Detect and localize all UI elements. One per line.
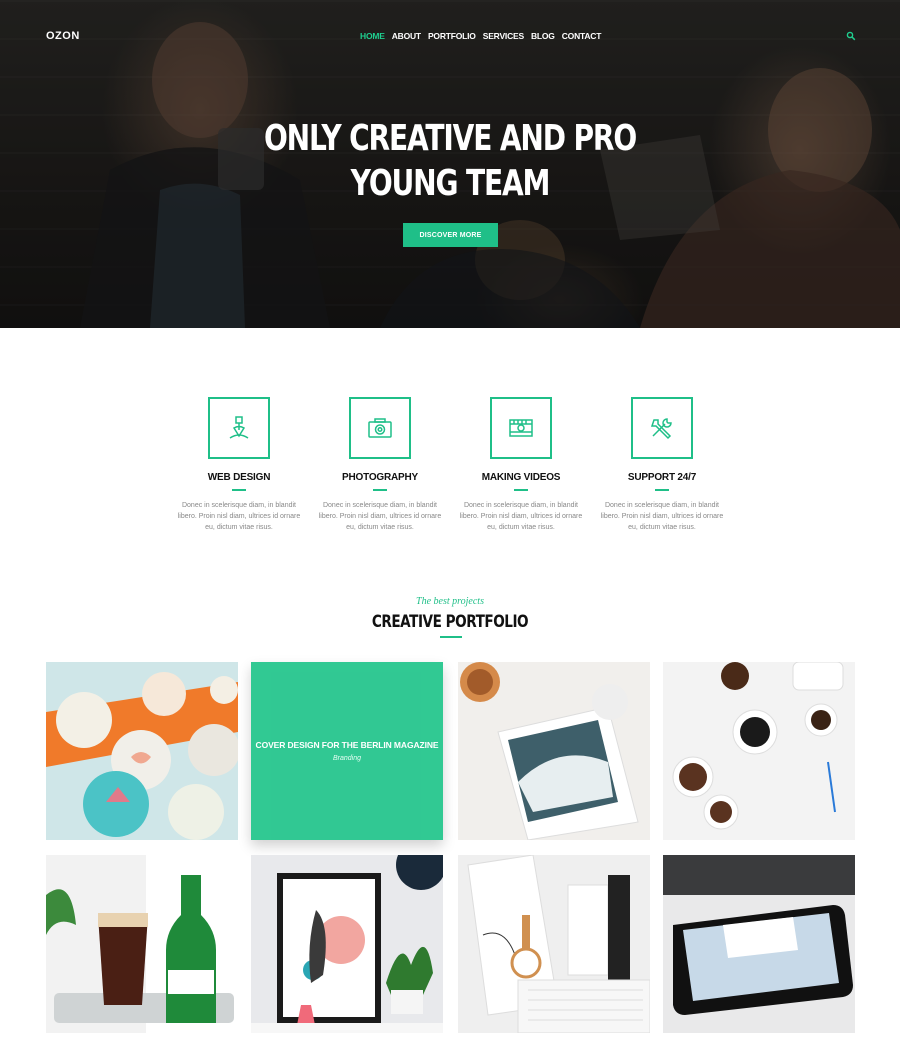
service-title: PHOTOGRAPHY [342, 472, 418, 483]
service-web-design: WEB DESIGN Donec in scelerisque diam, in… [174, 397, 304, 533]
service-description: Donec in scelerisque diam, in blandit li… [459, 502, 583, 531]
portfolio-kicker: The best projects [416, 596, 484, 607]
divider [440, 636, 462, 638]
service-title: MAKING VIDEOS [481, 472, 561, 483]
site-logo[interactable]: OZON [46, 30, 80, 42]
divider [514, 489, 528, 491]
portfolio-item-title[interactable]: COVER DESIGN FOR THE BERLIN MAGAZINE [256, 740, 439, 750]
nav-services[interactable]: SERVICES [483, 31, 524, 41]
nav-about[interactable]: ABOUT [392, 31, 421, 41]
nav-home[interactable]: HOME [360, 31, 385, 41]
portfolio-title: CREATIVE PORTFOLIO [371, 612, 529, 632]
divider [232, 489, 246, 491]
portfolio-item-category: Branding [332, 755, 362, 762]
nav-contact[interactable]: CONTACT [562, 31, 602, 41]
search-icon[interactable] [846, 31, 856, 41]
portfolio-item-coffee[interactable] [663, 662, 855, 840]
portfolio-item-poster[interactable] [251, 855, 443, 1033]
discover-more-button[interactable]: DISCOVER MORE [403, 223, 498, 247]
portfolio-item-berlin[interactable]: COVER DESIGN FOR THE BERLIN MAGAZINE Bra… [251, 662, 443, 840]
nav-portfolio[interactable]: PORTFOLIO [428, 31, 476, 41]
service-making-videos: MAKING VIDEOS Donec in scelerisque diam,… [456, 397, 586, 533]
pen-nib-icon [208, 397, 270, 459]
main-nav: HOME ABOUT PORTFOLIO SERVICES BLOG CONTA… [360, 31, 601, 41]
service-description: Donec in scelerisque diam, in blandit li… [600, 502, 724, 531]
service-photography: PHOTOGRAPHY Donec in scelerisque diam, i… [315, 397, 445, 533]
service-support: SUPPORT 24/7 Donec in scelerisque diam, … [597, 397, 727, 533]
service-title: SUPPORT 24/7 [627, 472, 697, 483]
portfolio-overlay[interactable]: COVER DESIGN FOR THE BERLIN MAGAZINE Bra… [251, 662, 443, 840]
hero-title: ONLY CREATIVE AND PRO YOUNG TEAM [263, 118, 637, 204]
portfolio-item-phone[interactable] [663, 855, 855, 1033]
divider [373, 489, 387, 491]
service-description: Donec in scelerisque diam, in blandit li… [318, 502, 442, 531]
film-icon [490, 397, 552, 459]
service-description: Donec in scelerisque diam, in blandit li… [177, 502, 301, 531]
service-title: WEB DESIGN [207, 472, 271, 483]
hero-section: OZON HOME ABOUT PORTFOLIO SERVICES BLOG … [0, 0, 900, 328]
nav-blog[interactable]: BLOG [531, 31, 555, 41]
tools-icon [631, 397, 693, 459]
camera-icon [349, 397, 411, 459]
portfolio-item-notebook[interactable] [458, 662, 650, 840]
portfolio-item-drinks[interactable] [46, 855, 238, 1033]
portfolio-item-desk[interactable] [458, 855, 650, 1033]
divider [655, 489, 669, 491]
portfolio-item-badges[interactable] [46, 662, 238, 840]
